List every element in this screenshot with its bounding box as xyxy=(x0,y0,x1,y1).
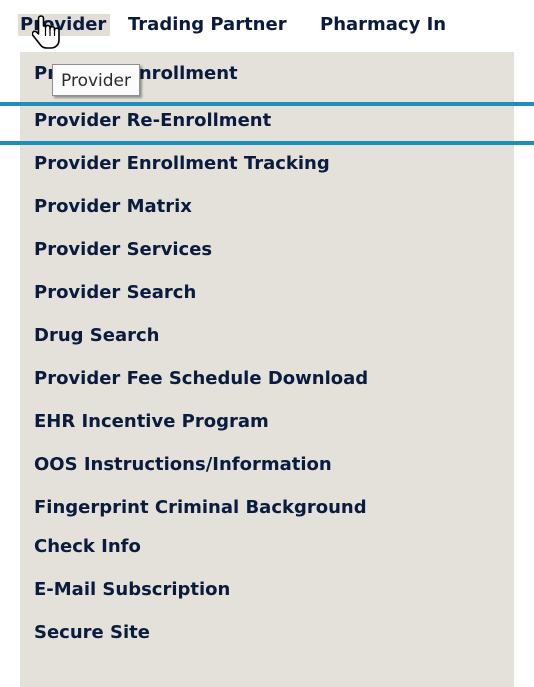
menu-item-provider-search[interactable]: Provider Search xyxy=(20,275,514,311)
menu-item-email-subscription[interactable]: E-Mail Subscription xyxy=(20,572,514,608)
menu-item-provider-re-enrollment[interactable]: Provider Re-Enrollment xyxy=(20,103,514,139)
highlight-line-top xyxy=(0,102,534,106)
menu-bar: Provider Trading Partner Pharmacy In xyxy=(0,0,534,52)
menu-item-drug-search[interactable]: Drug Search xyxy=(20,318,514,354)
highlight-line-bottom xyxy=(0,141,534,145)
menu-item-provider-enrollment-tracking[interactable]: Provider Enrollment Tracking xyxy=(20,146,514,182)
menu-item-ehr-incentive-program[interactable]: EHR Incentive Program xyxy=(20,404,514,440)
menu-pharmacy[interactable]: Pharmacy In xyxy=(320,14,446,36)
menu-item-oos-instructions[interactable]: OOS Instructions/Information xyxy=(20,447,514,483)
menu-item-fingerprint-background[interactable]: Fingerprint Criminal Background xyxy=(20,490,514,526)
hand-pointer-icon xyxy=(32,15,60,49)
menu-item-provider-services[interactable]: Provider Services xyxy=(20,232,514,268)
menu-item-check-info[interactable]: Check Info xyxy=(20,529,514,565)
provider-tooltip: Provider xyxy=(52,64,140,96)
menu-item-provider-matrix[interactable]: Provider Matrix xyxy=(20,189,514,225)
menu-trading-partner[interactable]: Trading Partner xyxy=(128,14,287,36)
provider-dropdown-menu: Provider Enrollment Provider Re-Enrollme… xyxy=(20,52,514,687)
menu-item-secure-site[interactable]: Secure Site xyxy=(20,615,514,651)
menu-item-fee-schedule-download[interactable]: Provider Fee Schedule Download xyxy=(20,361,514,397)
